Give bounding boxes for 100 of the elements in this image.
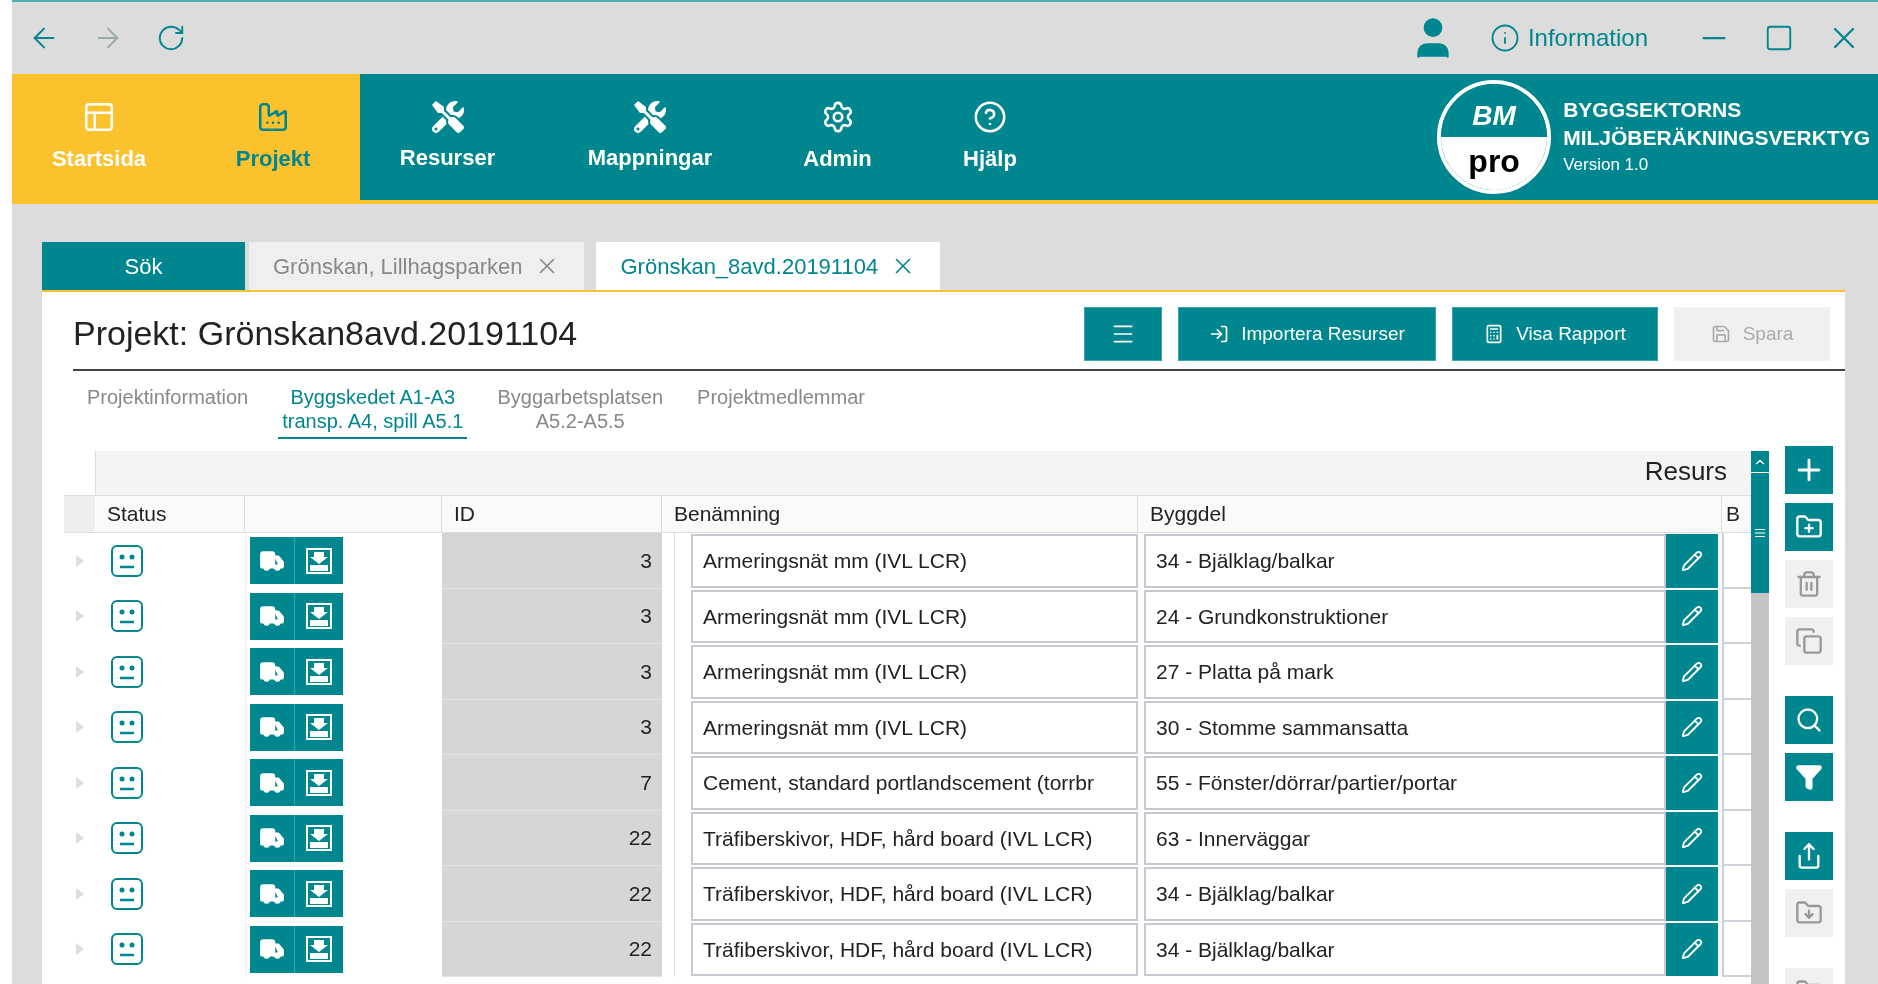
edit-button[interactable] [1666,645,1718,699]
column-header[interactable]: Status [95,496,245,532]
edit-button[interactable] [1666,756,1718,810]
import-icon [1209,324,1230,344]
folder-down-icon [1795,899,1823,927]
id-cell: 22 [442,810,662,866]
byggdel-field[interactable]: 27 - Platta på mark [1144,645,1666,699]
section-tab[interactable]: Projektinformation [83,385,253,413]
status-face-icon [110,821,144,856]
search-button[interactable] [1785,696,1833,744]
document-tab[interactable]: Grönskan_8avd.20191104 [596,242,941,290]
search-icon [1795,706,1823,734]
section-tab[interactable]: Byggarbetsplatsen A5.2-A5.5 [493,385,668,437]
add-folder-button[interactable] [1785,503,1833,551]
filter-button[interactable] [1785,753,1833,801]
id-cell: 3 [442,588,662,644]
document-download-icon [305,546,333,575]
document-download-icon [305,768,333,797]
version-label: Version 1.0 [1563,154,1650,177]
import-button[interactable]: Importera Resurser [1178,307,1436,361]
calculator-icon [1484,324,1505,344]
add-button[interactable] [1785,446,1833,494]
pencil-icon [1681,549,1703,572]
edit-button[interactable] [1666,534,1718,588]
section-tab[interactable]: Projektmedlemmar [693,385,869,413]
pencil-icon [1681,716,1703,739]
section-tab[interactable]: Byggskedet A1-A3 transp. A4, spill A5.1 [278,385,468,439]
id-cell: 3 [442,533,662,589]
app-title: BYGGSEKTORNS [1563,97,1743,124]
nav-item[interactable]: Hjälp [910,74,1070,200]
pencil-icon [1681,660,1703,683]
scroll-thumb-icon[interactable] [1754,527,1766,539]
pencil-icon [1681,827,1703,850]
status-face-icon [110,654,144,689]
tools-icon [431,100,464,133]
app-title: MILJÖBERÄKNINGSVERKTYG [1563,125,1870,152]
status-face-icon [110,543,144,578]
status-face-icon [110,876,144,911]
column-group-header: Resurs [95,451,1751,495]
column-header[interactable]: Benämning [662,496,1138,532]
nav-item[interactable]: Resurser [360,74,535,200]
status-face-icon [110,710,144,745]
trash-icon [1795,570,1823,598]
document-download-icon [305,657,333,686]
help-icon [973,99,1007,134]
refresh-icon[interactable] [156,23,186,53]
copy-icon [1795,627,1823,655]
logo: BM pro [1437,80,1552,194]
document-download-icon [305,879,333,908]
scrollbar[interactable] [1751,451,1769,984]
name-field[interactable]: Armeringsnät mm (IVL LCR) [691,589,1138,643]
name-field[interactable]: Cement, standard portlandscement (torrbr [691,756,1138,810]
byggdel-field[interactable]: 55 - Fönster/dörrar/partier/portar [1144,756,1666,810]
edit-button[interactable] [1666,922,1718,976]
edit-button[interactable] [1666,589,1718,643]
edit-button[interactable] [1666,811,1718,865]
report-button[interactable]: Visa Rapport [1452,307,1658,361]
byggdel-field[interactable]: 34 - Bjälklag/balkar [1144,534,1666,588]
save-icon [1710,324,1731,344]
byggdel-field[interactable]: 30 - Stomme sammansatta [1144,700,1666,754]
pencil-icon [1681,882,1703,905]
column-header[interactable]: B [1722,496,1751,532]
name-field[interactable]: Armeringsnät mm (IVL LCR) [691,534,1138,588]
edit-button[interactable] [1666,700,1718,754]
info-icon [1489,23,1520,53]
nav-item[interactable]: Admin [765,74,910,200]
pencil-icon [1681,938,1703,961]
document-download-icon [305,602,333,631]
id-cell: 3 [442,699,662,755]
document-download-icon [305,824,333,853]
byggdel-field[interactable]: 34 - Bjälklag/balkar [1144,867,1666,921]
byggdel-field[interactable]: 63 - Innerväggar [1144,811,1666,865]
column-header[interactable]: ID [442,496,662,532]
id-cell: 3 [442,644,662,700]
byggdel-field[interactable]: 34 - Bjälklag/balkar [1144,922,1666,976]
project-title: Projekt: Grönskan8avd.20191104 [73,313,579,354]
edit-button[interactable] [1666,867,1718,921]
status-face-icon [110,599,144,634]
nav-item[interactable]: Mappningar [535,74,765,200]
name-field[interactable]: Träfiberskivor, HDF, hård board (IVL LCR) [691,811,1138,865]
document-download-icon [305,935,333,964]
folder-plus-icon [1795,513,1823,541]
id-cell: 22 [442,921,662,977]
pencil-icon [1681,771,1703,794]
tools-icon [634,100,666,133]
export-button[interactable] [1785,832,1833,880]
name-field[interactable]: Armeringsnät mm (IVL LCR) [691,645,1138,699]
id-cell: 7 [442,755,662,811]
id-cell: 22 [442,866,662,922]
search-tab[interactable]: Sök [42,242,245,290]
document-download-icon [305,713,333,742]
status-face-icon [110,932,144,967]
name-field[interactable]: Träfiberskivor, HDF, hård board (IVL LCR) [691,922,1138,976]
name-field[interactable]: Armeringsnät mm (IVL LCR) [691,700,1138,754]
byggdel-field[interactable]: 24 - Grundkonstruktioner [1144,589,1666,643]
name-field[interactable]: Träfiberskivor, HDF, hård board (IVL LCR) [691,867,1138,921]
maximize-icon[interactable] [1764,23,1794,53]
column-header[interactable]: Byggdel [1138,496,1722,532]
menu-button[interactable] [1084,307,1162,361]
filter-icon [1795,763,1823,791]
